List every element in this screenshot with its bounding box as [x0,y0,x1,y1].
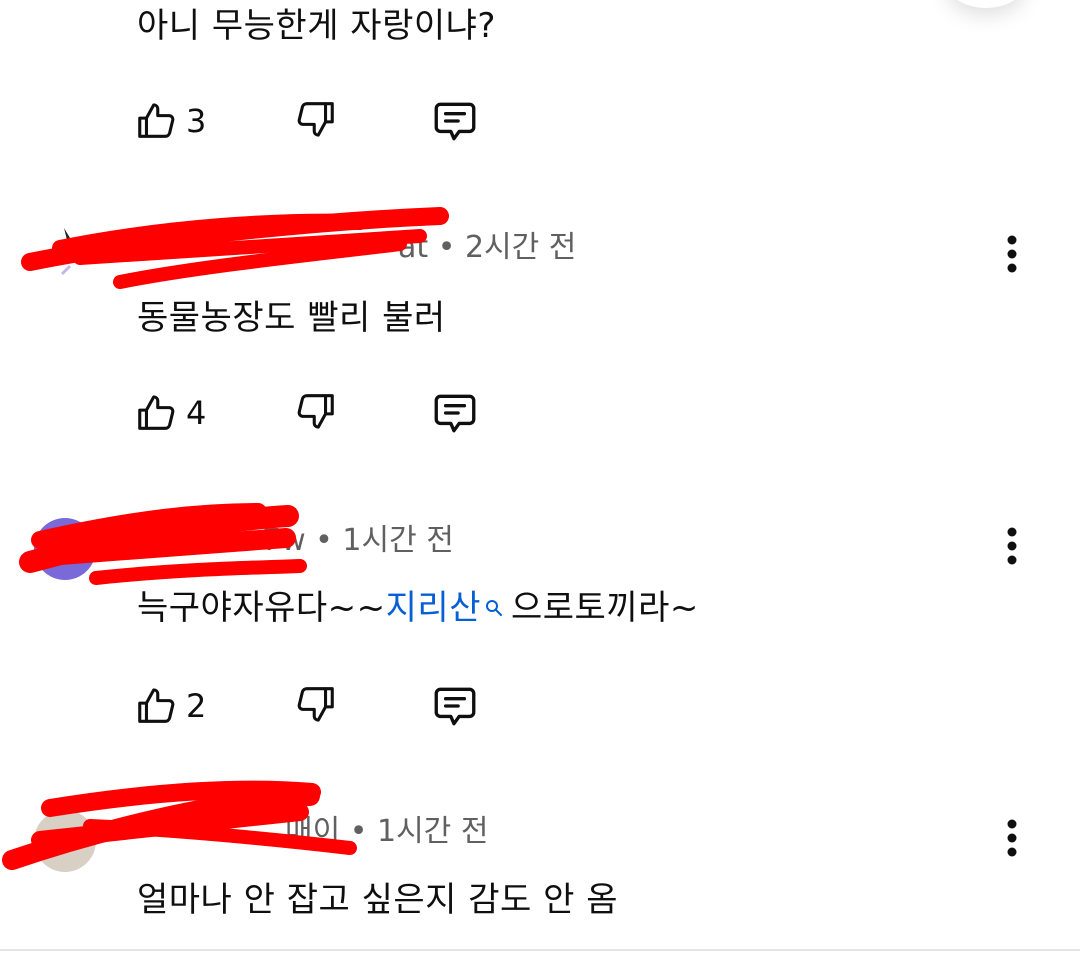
more-vertical-icon [994,814,1030,862]
divider [0,949,1080,951]
redaction-mark [2,780,357,870]
comment-4-text: 얼마나 안 잡고 싶은지 감도 안 옴 [137,880,618,920]
more-options-button[interactable] [994,814,1030,862]
